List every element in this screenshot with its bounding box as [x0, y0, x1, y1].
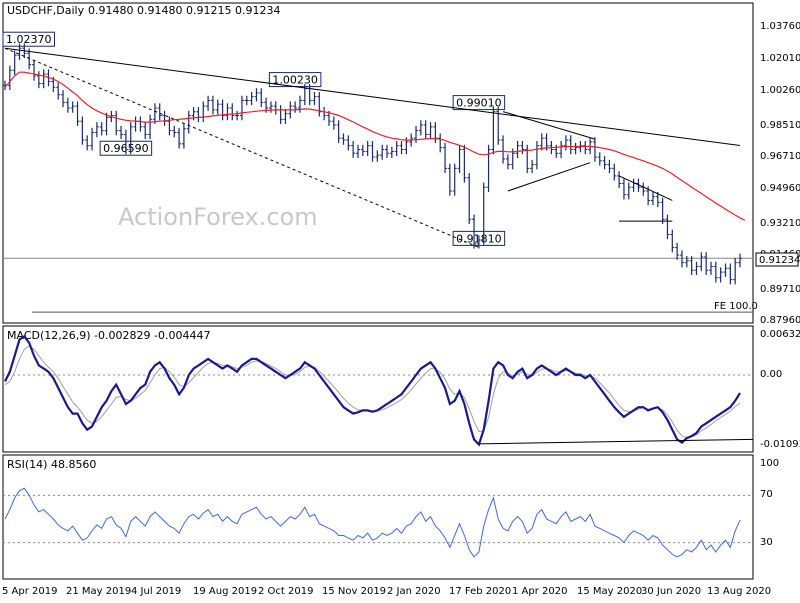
svg-text:1.02370: 1.02370: [6, 33, 52, 46]
x-tick: 19 Aug 2019: [193, 586, 257, 597]
annotation-box: 1.02370: [2, 31, 55, 47]
price-y-tick: 0.94960: [760, 183, 800, 194]
price-trendline: [502, 111, 596, 140]
fe-label: FE 100.0: [714, 301, 758, 312]
price-trendline: [618, 175, 673, 201]
annotation-box: 0.99010: [452, 95, 506, 111]
chart-symbol: USDCHF,Daily: [7, 4, 85, 17]
macd-label: MACD(12,26,9) -0.002829 -0.004447: [7, 329, 210, 342]
price-panel-frame: [2, 2, 754, 324]
macd-y-tick: -0.010939: [760, 439, 800, 450]
macd-line: [4, 334, 741, 447]
price-y-tick: 0.87960: [760, 315, 800, 326]
rsi-label: RSI(14) 48.8560: [7, 458, 96, 471]
chart-area: ActionForex.com USDCHF,Daily 0.91480 0.9…: [0, 0, 800, 600]
macd-y-tick: 0.006321: [760, 329, 800, 340]
x-tick: 30 Jun 2020: [641, 586, 701, 597]
price-y-tick: 0.93210: [760, 218, 800, 229]
x-tick: 1 Apr 2020: [512, 586, 567, 597]
chart-canvas: ActionForex.com USDCHF,Daily 0.91480 0.9…: [2, 2, 800, 597]
x-tick: 4 Jul 2019: [131, 586, 181, 597]
x-tick: 13 Aug 2020: [707, 586, 771, 597]
chart-ohlc: 0.91480 0.91480 0.91215 0.91234: [88, 4, 280, 17]
x-tick: 5 Apr 2019: [2, 586, 57, 597]
price-y-tick: 0.98510: [760, 120, 800, 131]
price-trendline: [507, 162, 591, 192]
current-price-tag-text: 0.91234: [759, 255, 800, 266]
price-y-tick: 1.03760: [760, 21, 800, 32]
x-tick: 15 May 2020: [577, 586, 642, 597]
macd-y-tick: 0.00: [760, 369, 782, 380]
x-tick: 2 Oct 2019: [258, 586, 313, 597]
x-tick: 21 May 2019: [66, 586, 131, 597]
rsi-y-tick: 100: [760, 458, 779, 469]
macd-signal-line: [4, 345, 741, 438]
x-tick: 15 Nov 2019: [322, 586, 386, 597]
macd-trendline: [478, 438, 754, 445]
price-y-tick: 1.00260: [760, 85, 800, 96]
price-y-tick: 0.96710: [760, 151, 800, 162]
macd-panel-frame: [2, 325, 754, 453]
watermark: ActionForex.com: [118, 203, 318, 231]
rsi-line: [4, 487, 741, 558]
x-tick: 2 Jan 2020: [387, 586, 441, 597]
svg-text:0.99010: 0.99010: [456, 97, 502, 110]
rsi-y-tick: 70: [760, 489, 773, 500]
rsi-panel-frame: [2, 454, 754, 580]
rsi-y-tick: 30: [760, 537, 773, 548]
price-y-tick: 1.02010: [760, 53, 800, 64]
price-y-tick: 0.89710: [760, 284, 800, 295]
x-tick: 17 Feb 2020: [449, 586, 511, 597]
